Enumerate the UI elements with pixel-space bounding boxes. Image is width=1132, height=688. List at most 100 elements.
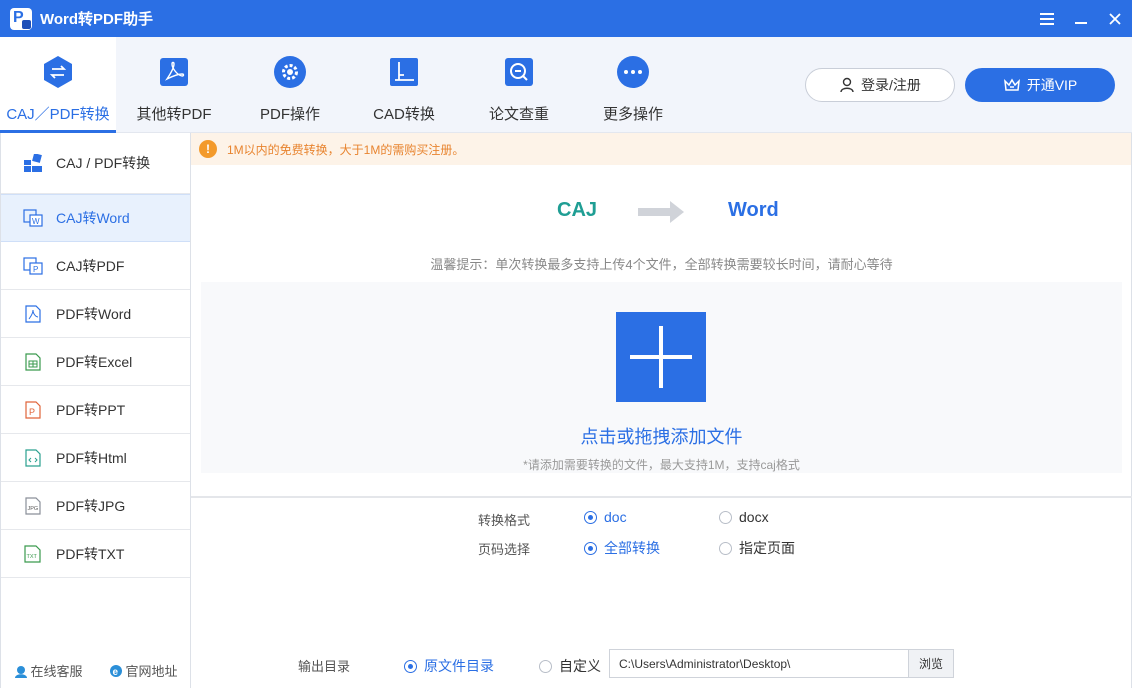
sidebar-item-label: PDF转PPT bbox=[56, 401, 126, 418]
pdf-html-icon bbox=[23, 448, 43, 468]
output-path-field[interactable]: C:\Users\Administrator\Desktop\ bbox=[609, 649, 909, 678]
svg-text:e: e bbox=[113, 667, 119, 678]
sidebar-item-label: CAJ / PDF转换 bbox=[56, 155, 151, 171]
notice-bar: ! 1M以内的免费转换，大于1M的需购买注册。 bbox=[191, 133, 1131, 165]
sidebar-item-label: PDF转JPG bbox=[56, 497, 126, 514]
conversion-to: Word bbox=[728, 199, 779, 221]
swap-arrows-icon bbox=[41, 55, 75, 89]
main-toolbar: CAJ／PDF转换 其他转PDF PDF操作 CAD转换 论文查重 更多操作 登… bbox=[0, 37, 1132, 133]
add-file-button[interactable] bbox=[616, 312, 706, 402]
sidebar-item-caj-pdf[interactable]: CAJ / PDF转换 bbox=[1, 133, 190, 194]
sidebar-item-label: CAJ转Word bbox=[56, 210, 130, 226]
tab-label: 更多操作 bbox=[602, 106, 663, 123]
conversion-direction: CAJ Word bbox=[191, 195, 1132, 229]
app-title: Word转PDF助手 bbox=[40, 11, 154, 28]
tab-caj-pdf-convert[interactable]: CAJ／PDF转换 bbox=[0, 37, 116, 133]
sidebar-item-pdf-txt[interactable]: TXT PDF转TXT bbox=[1, 530, 190, 578]
login-label: 登录/注册 bbox=[861, 77, 921, 93]
output-label: 输出目录 bbox=[298, 659, 351, 674]
menu-icon[interactable] bbox=[1030, 0, 1064, 37]
format-radio-doc[interactable]: doc bbox=[584, 509, 627, 525]
pdf-excel-icon bbox=[23, 352, 43, 372]
divider bbox=[191, 496, 1132, 498]
online-service-link[interactable]: 在线客服 bbox=[14, 661, 83, 680]
pages-label: 页码选择 bbox=[478, 542, 531, 557]
pdf-word-icon bbox=[23, 304, 43, 324]
gear-icon bbox=[273, 55, 307, 89]
svg-text:P: P bbox=[29, 407, 35, 417]
format-label: 转换格式 bbox=[478, 513, 531, 528]
main-panel: ! 1M以内的免费转换，大于1M的需购买注册。 CAJ Word 温馨提示：单次… bbox=[191, 133, 1132, 688]
grid-icon bbox=[23, 153, 43, 173]
tab-label: CAD转换 bbox=[373, 106, 435, 123]
pages-radio-specific[interactable]: 指定页面 bbox=[719, 538, 795, 558]
tab-label: 论文查重 bbox=[488, 106, 549, 123]
pdf-jpg-icon: JPG bbox=[23, 496, 43, 516]
login-register-button[interactable]: 登录/注册 bbox=[805, 68, 955, 102]
sidebar-item-pdf-word[interactable]: PDF转Word bbox=[1, 290, 190, 338]
official-website-link[interactable]: e 官网地址 bbox=[109, 661, 178, 680]
pdf-ppt-icon: P bbox=[23, 400, 43, 420]
format-radio-docx[interactable]: docx bbox=[719, 509, 769, 525]
cad-icon bbox=[387, 55, 421, 89]
sidebar-item-caj-pdf-file[interactable]: P CAJ转PDF bbox=[1, 242, 190, 290]
sidebar-item-caj-word[interactable]: W CAJ转Word bbox=[1, 194, 190, 242]
conversion-from: CAJ bbox=[557, 199, 598, 221]
svg-text:TXT: TXT bbox=[27, 554, 38, 560]
tab-more-operations[interactable]: 更多操作 bbox=[575, 37, 691, 133]
tab-other-to-pdf[interactable]: 其他转PDF bbox=[116, 37, 232, 133]
pdf-txt-icon: TXT bbox=[23, 544, 43, 564]
file-dropzone[interactable]: 点击或拖拽添加文件 *请添加需要转换的文件，最大支持1M，支持caj格式 bbox=[201, 282, 1122, 473]
caj-word-icon: W bbox=[23, 208, 43, 228]
radio-dot bbox=[404, 659, 417, 673]
upload-tip: 温馨提示：单次转换最多支持上传4个文件，全部转换需要较长时间，请耐心等待 bbox=[430, 257, 893, 272]
tab-paper-check[interactable]: 论文查重 bbox=[461, 37, 577, 133]
pages-radio-all[interactable]: 全部转换 bbox=[584, 538, 660, 558]
close-icon[interactable] bbox=[1098, 0, 1132, 37]
svg-text:P: P bbox=[33, 265, 38, 274]
svg-text:W: W bbox=[32, 217, 40, 226]
radio-dot bbox=[584, 510, 597, 524]
open-vip-button[interactable]: 开通VIP bbox=[965, 68, 1115, 102]
pdf-file-icon bbox=[157, 55, 191, 89]
sidebar-item-label: PDF转Html bbox=[56, 449, 127, 466]
browser-e-icon: e bbox=[110, 664, 123, 678]
minimize-icon[interactable] bbox=[1064, 0, 1098, 37]
more-dots-icon bbox=[616, 55, 650, 89]
radio-dot bbox=[719, 510, 732, 524]
sidebar-item-pdf-jpg[interactable]: JPG PDF转JPG bbox=[1, 482, 190, 530]
tab-label: PDF操作 bbox=[259, 106, 320, 123]
tab-label: CAJ／PDF转换 bbox=[6, 106, 110, 123]
radio-dot bbox=[539, 659, 552, 673]
sidebar-item-label: PDF转TXT bbox=[56, 545, 125, 562]
output-radio-original[interactable]: 原文件目录 bbox=[404, 656, 494, 676]
tab-pdf-operations[interactable]: PDF操作 bbox=[232, 37, 348, 133]
user-icon bbox=[840, 77, 854, 93]
sidebar-footer: 在线客服 e 官网地址 bbox=[1, 661, 191, 680]
tab-label: 其他转PDF bbox=[136, 106, 212, 123]
browse-button[interactable]: 浏览 bbox=[908, 649, 954, 678]
sidebar-item-label: PDF转Excel bbox=[56, 353, 133, 370]
sidebar: CAJ / PDF转换 W CAJ转Word P CAJ转PDF PDF转Wor… bbox=[0, 133, 191, 688]
sidebar-item-pdf-ppt[interactable]: P PDF转PPT bbox=[1, 386, 190, 434]
caj-pdf-icon: P bbox=[23, 256, 43, 276]
tab-cad-convert[interactable]: CAD转换 bbox=[346, 37, 462, 133]
sidebar-item-pdf-excel[interactable]: PDF转Excel bbox=[1, 338, 190, 386]
notice-text: 1M以内的免费转换，大于1M的需购买注册。 bbox=[227, 142, 465, 157]
app-logo-icon: P bbox=[10, 7, 32, 30]
arrow-right-icon bbox=[638, 201, 684, 223]
title-bar: P Word转PDF助手 bbox=[0, 0, 1132, 37]
window-controls bbox=[1030, 0, 1132, 37]
sidebar-item-label: CAJ转PDF bbox=[56, 257, 125, 274]
svg-text:JPG: JPG bbox=[28, 506, 39, 512]
sidebar-item-pdf-html[interactable]: PDF转Html bbox=[1, 434, 190, 482]
radio-dot bbox=[584, 541, 597, 555]
crown-icon bbox=[1003, 78, 1020, 91]
warning-icon: ! bbox=[199, 140, 217, 158]
sidebar-item-label: PDF转Word bbox=[56, 305, 132, 322]
document-search-icon bbox=[502, 55, 536, 89]
dropzone-title[interactable]: 点击或拖拽添加文件 bbox=[201, 423, 1122, 449]
vip-label: 开通VIP bbox=[1026, 77, 1078, 93]
headset-icon bbox=[15, 665, 28, 678]
output-radio-custom[interactable]: 自定义 bbox=[539, 656, 601, 676]
